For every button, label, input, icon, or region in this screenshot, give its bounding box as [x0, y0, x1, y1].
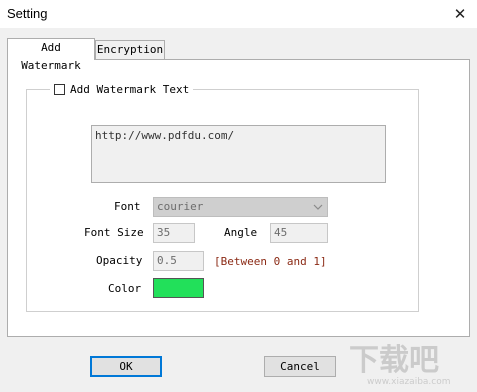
- font-size-input[interactable]: 35: [153, 223, 195, 243]
- xiazaiba-logo: 下载吧 www.xiazaiba.com: [349, 343, 451, 387]
- tab-encryption[interactable]: Encryption: [95, 40, 165, 60]
- checkbox-icon[interactable]: [54, 83, 65, 95]
- angle-label: Angle: [224, 226, 258, 239]
- chevron-down-icon[interactable]: [313, 198, 323, 223]
- font-select-value: courier: [157, 200, 204, 213]
- ok-button[interactable]: OK: [90, 356, 162, 377]
- opacity-hint: [Between 0 and 1]: [214, 255, 327, 268]
- close-icon[interactable]: ✕: [443, 0, 477, 28]
- title-bar: Setting ✕: [0, 0, 477, 28]
- color-label: Color: [108, 282, 142, 295]
- angle-input[interactable]: 45: [270, 223, 328, 243]
- font-select[interactable]: courier: [153, 197, 328, 217]
- tab-add-watermark[interactable]: Add Watermark: [7, 38, 95, 72]
- color-swatch[interactable]: [153, 278, 204, 298]
- font-size-label: Font Size: [84, 226, 144, 239]
- opacity-input[interactable]: 0.5: [153, 251, 204, 271]
- opacity-label: Opacity: [96, 254, 143, 267]
- svg-text:下载吧: 下载吧: [349, 343, 439, 378]
- add-watermark-text-label[interactable]: Add Watermark Text: [70, 83, 189, 96]
- cancel-button[interactable]: Cancel: [264, 356, 336, 377]
- font-label: Font: [114, 200, 141, 213]
- watermark-group-legend: Add Watermark Text: [50, 81, 194, 97]
- window-title: Setting: [7, 6, 48, 21]
- svg-text:www.xiazaiba.com: www.xiazaiba.com: [367, 377, 451, 387]
- watermark-text-input[interactable]: http://www.pdfdu.com/: [91, 125, 386, 183]
